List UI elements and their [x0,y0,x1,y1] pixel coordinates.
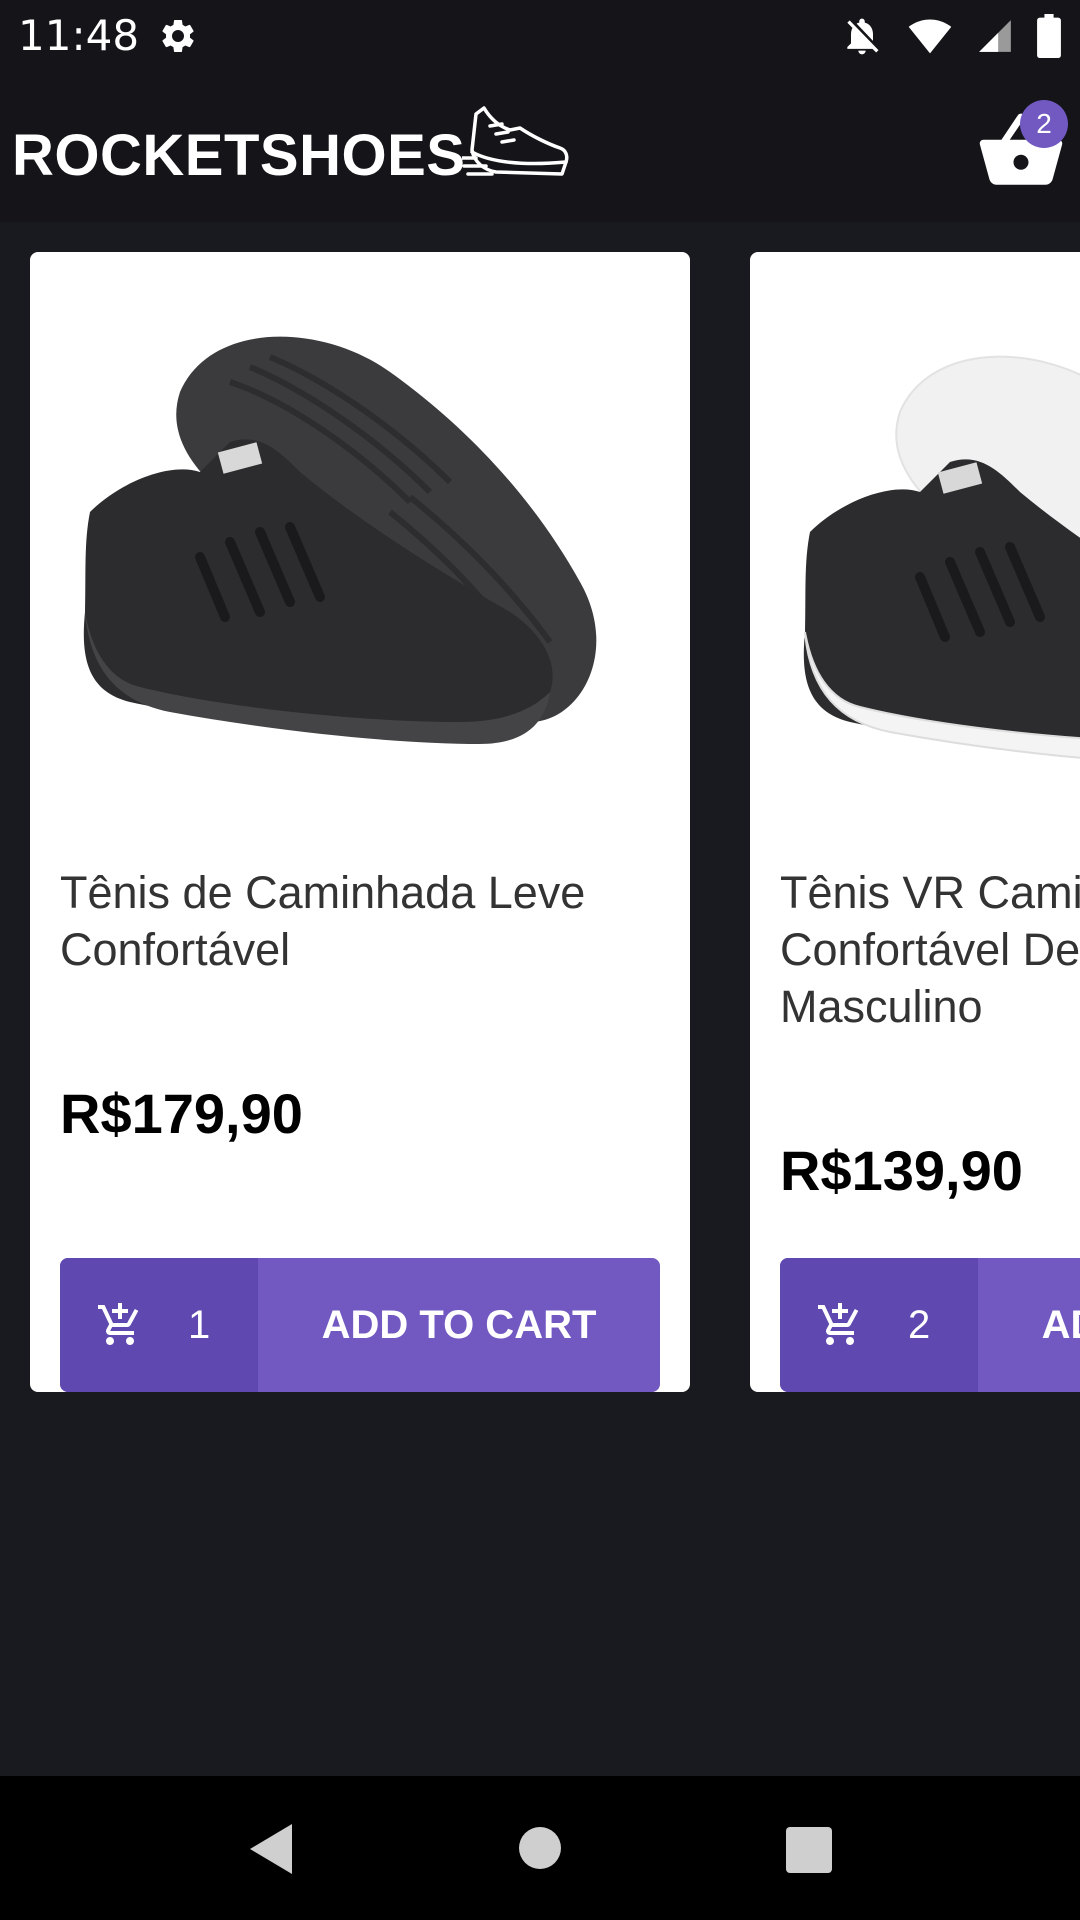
status-icons [840,14,1062,58]
cart-amount: 2 [780,1258,978,1392]
product-title: Tênis de Caminhada Leve Confortável [60,867,586,975]
cart-amount-value: 1 [188,1302,211,1347]
product-price: R$179,90 [60,1082,303,1145]
add-shopping-cart-icon [818,1303,859,1345]
product-price: R$139,90 [780,1139,1023,1202]
notifications-off-icon [847,18,879,55]
add-shopping-cart-icon [98,1303,139,1345]
product-list[interactable]: Tênis de Caminhada Leve Confortável R$17… [0,222,1080,1776]
home-icon[interactable] [519,1827,561,1869]
product-card: Tênis de Caminhada Leve Confortável R$17… [30,252,690,1392]
wifi-icon [908,19,952,54]
app-header: ROCKETSHOES 2 [0,72,1080,222]
running-shoe-icon [462,106,569,176]
add-to-cart-button[interactable]: 2 ADD TO CART [780,1258,1080,1392]
status-bar: 11:48 [0,0,1080,72]
add-to-cart-button[interactable]: 1 ADD TO CART [60,1258,660,1392]
app-screen: 11:48 ROCKETSHOES 2 Tênis de Caminhada L… [0,0,1080,1920]
product-image [780,282,1080,822]
back-icon[interactable] [246,1822,296,1876]
add-to-cart-label: ADD TO CART [321,1303,597,1347]
cart-amount: 1 [60,1258,258,1392]
cart-count-badge[interactable]: 2 [1020,100,1068,148]
status-time: 11:48 [18,11,140,60]
product-image [60,282,660,822]
battery-icon [1037,14,1061,58]
settings-icon [162,19,194,52]
recents-icon[interactable] [786,1827,832,1873]
product-title: Tênis VR Caminhada Confortável Detalhes … [780,867,1080,1032]
product-card: Tênis VR Caminhada Confortável Detalhes … [750,252,1080,1392]
add-to-cart-label: ADD TO CART [1041,1303,1080,1347]
signal-icon [979,20,1011,52]
cart-amount-value: 2 [908,1302,931,1347]
system-nav-bar [0,1776,1080,1920]
brand-title[interactable]: ROCKETSHOES [12,124,465,188]
